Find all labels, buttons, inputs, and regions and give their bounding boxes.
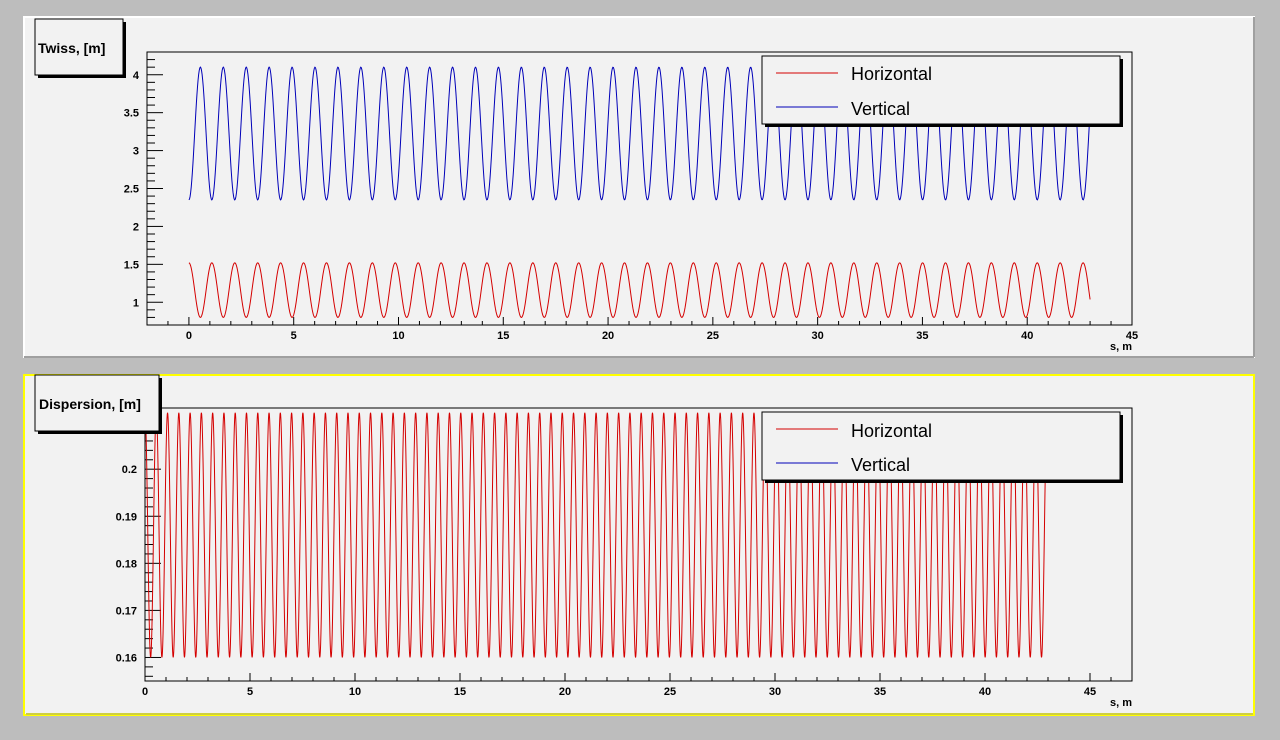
dispersion-x-tick-label: 45 xyxy=(1084,686,1096,698)
twiss-title-box: Twiss, [m] xyxy=(34,18,126,78)
dispersion-x-tick-label: 35 xyxy=(874,686,886,698)
twiss-legend[interactable]: Horizontal Vertical xyxy=(761,55,1123,127)
twiss-x-tick-label: 5 xyxy=(291,330,297,342)
dispersion-x-tick-label: 40 xyxy=(979,686,991,698)
twiss-y-tick-label: 1 xyxy=(133,297,139,309)
dispersion-x-tick-label: 0 xyxy=(142,686,148,698)
twiss-y-tick-label: 2 xyxy=(133,221,139,233)
dispersion-x-tick-label: 30 xyxy=(769,686,781,698)
dispersion-title-box: Dispersion, [m] xyxy=(34,374,162,434)
dispersion-x-tick-label: 10 xyxy=(349,686,361,698)
dispersion-x-tick-label: 25 xyxy=(664,686,676,698)
twiss-x-tick-label: 15 xyxy=(497,330,509,342)
dispersion-legend-frame xyxy=(761,411,1121,481)
dispersion-legend-horizontal-label: Horizontal xyxy=(851,421,932,441)
charts-svg: 0 5 10 15 20 25 30 35 40 45 s, m 1 1.5 2 2.5 3 3.5 4 Twis… xyxy=(23,16,1255,716)
dispersion-y-tick-label: 0.19 xyxy=(116,511,137,523)
twiss-y-tick-label: 1.5 xyxy=(124,259,139,271)
twiss-x-axis-title: s, m xyxy=(1110,341,1132,353)
twiss-y-tick-label: 4 xyxy=(133,70,140,82)
dispersion-legend-vertical-label: Vertical xyxy=(851,455,910,475)
dispersion-y-tick-label: 0.2 xyxy=(122,464,137,476)
twiss-legend-horizontal-label: Horizontal xyxy=(851,64,932,84)
dispersion-legend[interactable]: Horizontal Vertical xyxy=(761,411,1123,483)
twiss-legend-frame xyxy=(761,55,1121,125)
twiss-y-tick-label: 2.5 xyxy=(124,184,139,196)
twiss-x-tick-label: 20 xyxy=(602,330,614,342)
dispersion-y-tick-label: 0.17 xyxy=(116,605,137,617)
twiss-y-tick-label: 3 xyxy=(133,146,139,158)
dispersion-title: Dispersion, [m] xyxy=(39,396,141,412)
dispersion-x-tick-label: 15 xyxy=(454,686,466,698)
twiss-x-tick-label: 25 xyxy=(707,330,719,342)
twiss-x-tick-label: 35 xyxy=(916,330,928,342)
twiss-legend-vertical-label: Vertical xyxy=(851,99,910,119)
twiss-x-tick-label: 30 xyxy=(812,330,824,342)
dispersion-y-tick-label: 0.18 xyxy=(116,558,137,570)
twiss-x-tick-label: 10 xyxy=(392,330,404,342)
twiss-y-tick-label: 3.5 xyxy=(124,108,139,120)
dispersion-x-tick-label: 5 xyxy=(247,686,253,698)
dispersion-x-tick-label: 20 xyxy=(559,686,571,698)
dispersion-x-axis-title: s, m xyxy=(1110,697,1132,709)
dispersion-y-tick-label: 0.16 xyxy=(116,652,137,664)
twiss-x-tick-label: 40 xyxy=(1021,330,1033,342)
pad-dispersion[interactable]: 0 5 10 15 20 25 30 35 40 45 s, m 0.16 0.17 0.18 0.19 0.… xyxy=(23,374,1255,716)
twiss-title: Twiss, [m] xyxy=(38,40,105,56)
pad-twiss[interactable]: 0 5 10 15 20 25 30 35 40 45s, m11.522.533.54 Twis… xyxy=(23,16,1255,358)
twiss-x-tick-label: 0 xyxy=(186,330,192,342)
root-canvas: 0 5 10 15 20 25 30 35 40 45 s, m 1 1.5 2 2.5 3 3.5 4 Twis… xyxy=(0,0,1280,735)
